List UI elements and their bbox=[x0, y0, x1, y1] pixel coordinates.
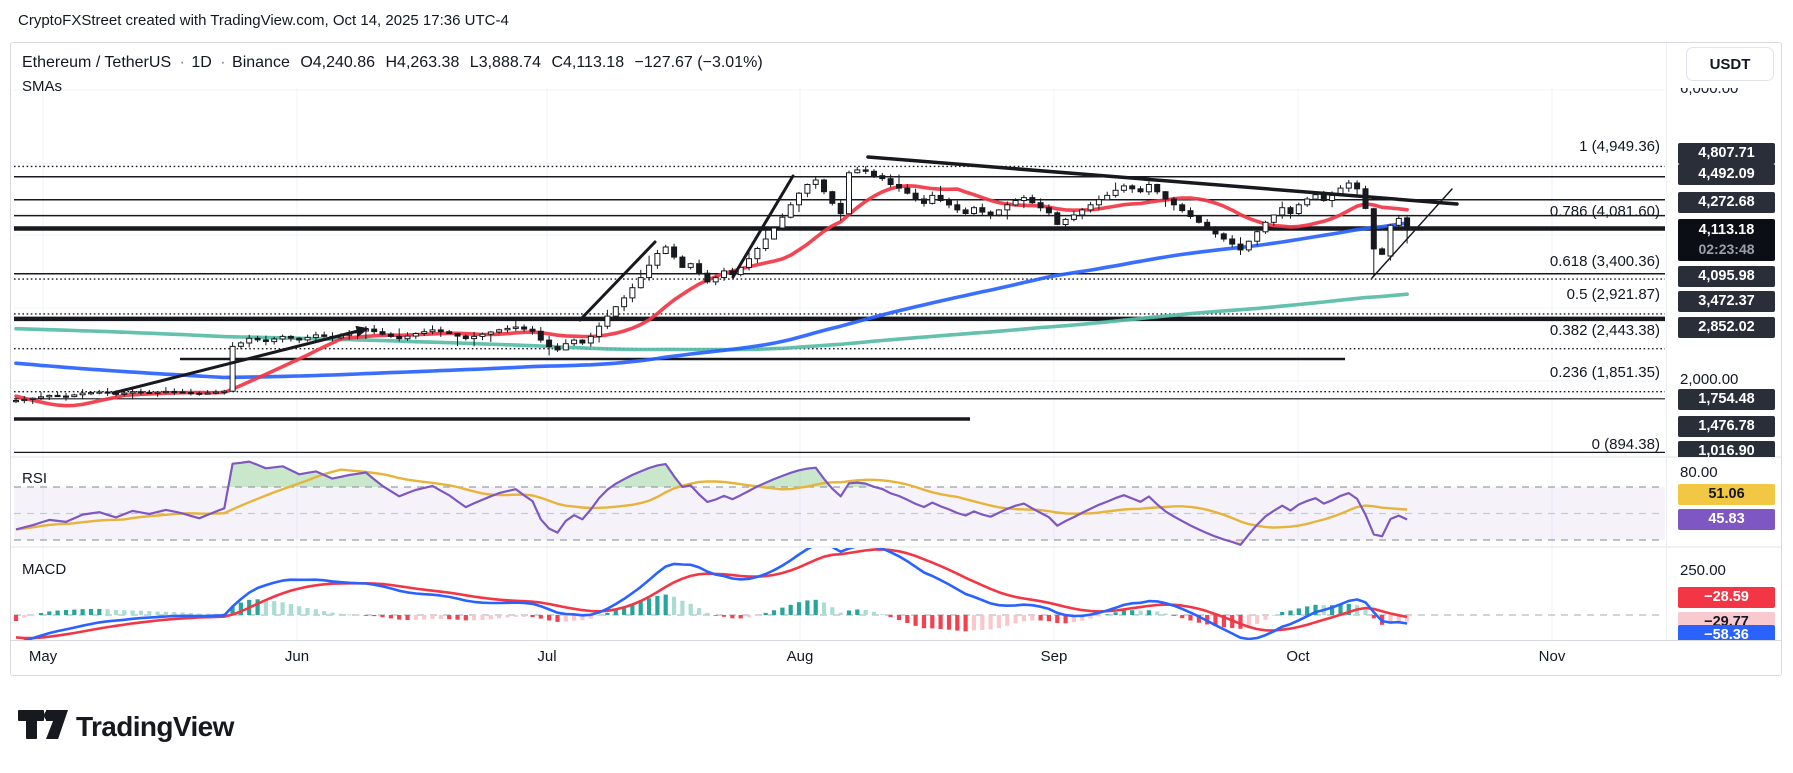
value-badge: 4,272.68 bbox=[1678, 192, 1775, 213]
last-price-value: 4,113.18 bbox=[1678, 221, 1775, 240]
value-badge: 51.06 bbox=[1678, 484, 1775, 505]
ohlc-open: O4,240.86 bbox=[300, 54, 375, 71]
value-badge: 3,472.37 bbox=[1678, 291, 1775, 312]
value-badge: 45.83 bbox=[1678, 509, 1775, 530]
value-badge: 4,492.09 bbox=[1678, 164, 1775, 185]
value-badge: 1,754.48 bbox=[1678, 389, 1775, 410]
month-label: Nov bbox=[1539, 648, 1566, 665]
axis-label: 80.00 bbox=[1680, 464, 1780, 481]
month-label: Oct bbox=[1286, 648, 1309, 665]
month-label: Jun bbox=[285, 648, 309, 665]
fib-level-label: 0 (894.38) bbox=[1592, 436, 1660, 453]
month-label: May bbox=[29, 648, 57, 665]
bar-countdown: 02:23:48 bbox=[1678, 240, 1775, 259]
axis-label: 250.00 bbox=[1680, 562, 1780, 579]
ohlc-low: L3,888.74 bbox=[470, 54, 541, 71]
ohlc-close: C4,113.18 bbox=[551, 54, 624, 71]
fib-level-label: 1 (4,949.36) bbox=[1579, 138, 1660, 155]
fib-level-label: 0.382 (2,443.38) bbox=[1550, 322, 1660, 339]
month-label: Aug bbox=[787, 648, 814, 665]
value-badge: −58.36 bbox=[1678, 625, 1775, 641]
currency-toggle-button[interactable]: USDT bbox=[1686, 47, 1774, 81]
chart-plot-area[interactable] bbox=[0, 0, 1793, 773]
exchange-label[interactable]: Binance bbox=[232, 54, 290, 71]
value-badge: 1,476.78 bbox=[1678, 416, 1775, 437]
rsi-axis[interactable]: 80.00 51.06 45.83 bbox=[1668, 458, 1788, 546]
tradingview-logo-text: TradingView bbox=[76, 711, 234, 743]
macd-axis[interactable]: 250.00−28.59−29.77−58.36 bbox=[1668, 548, 1788, 640]
price-change: −127.67 (−3.01%) bbox=[635, 54, 763, 71]
axis-label: 2,000.00 bbox=[1680, 371, 1780, 388]
month-label: Jul bbox=[537, 648, 556, 665]
title-separator: · bbox=[220, 54, 225, 71]
fib-level-label: 0.5 (2,921.87) bbox=[1567, 286, 1660, 303]
interval-label[interactable]: 1D bbox=[191, 54, 211, 71]
value-badge: 4,095.98 bbox=[1678, 266, 1775, 287]
fib-level-label: 0.786 (4,081.60) bbox=[1550, 203, 1660, 220]
ohlc-high: H4,263.38 bbox=[386, 54, 460, 71]
tradingview-logo[interactable]: TradingView bbox=[18, 710, 234, 743]
title-separator: · bbox=[180, 54, 185, 71]
rsi-pane-label[interactable]: RSI bbox=[22, 470, 47, 487]
symbol-name[interactable]: Ethereum / TetherUS bbox=[22, 54, 171, 71]
symbol-title-row: Ethereum / TetherUS · 1D · Binance O4,24… bbox=[22, 54, 769, 72]
fib-level-label: 0.618 (3,400.36) bbox=[1550, 253, 1660, 270]
value-badge: 4,807.71 bbox=[1678, 143, 1775, 164]
fib-level-label: 0.236 (1,851.35) bbox=[1550, 364, 1660, 381]
smas-indicator-label[interactable]: SMAs bbox=[22, 78, 62, 95]
tradingview-logo-icon bbox=[18, 710, 66, 743]
price-axis[interactable]: 6,000.00 2,000.00 4,807.714,492.09 4,272.68… bbox=[1668, 88, 1788, 457]
screenshot-root: { "header": { "attribution": "CryptoFXSt… bbox=[0, 0, 1793, 773]
macd-pane-label[interactable]: MACD bbox=[22, 561, 66, 578]
value-badge: −28.59 bbox=[1678, 587, 1775, 608]
month-label: Sep bbox=[1041, 648, 1068, 665]
value-badge: 1,016.90 bbox=[1678, 441, 1775, 458]
value-badge: 2,852.02 bbox=[1678, 317, 1775, 338]
axis-label: 6,000.00 bbox=[1680, 88, 1780, 97]
last-price-badge: 4,113.1802:23:48 bbox=[1678, 219, 1775, 261]
